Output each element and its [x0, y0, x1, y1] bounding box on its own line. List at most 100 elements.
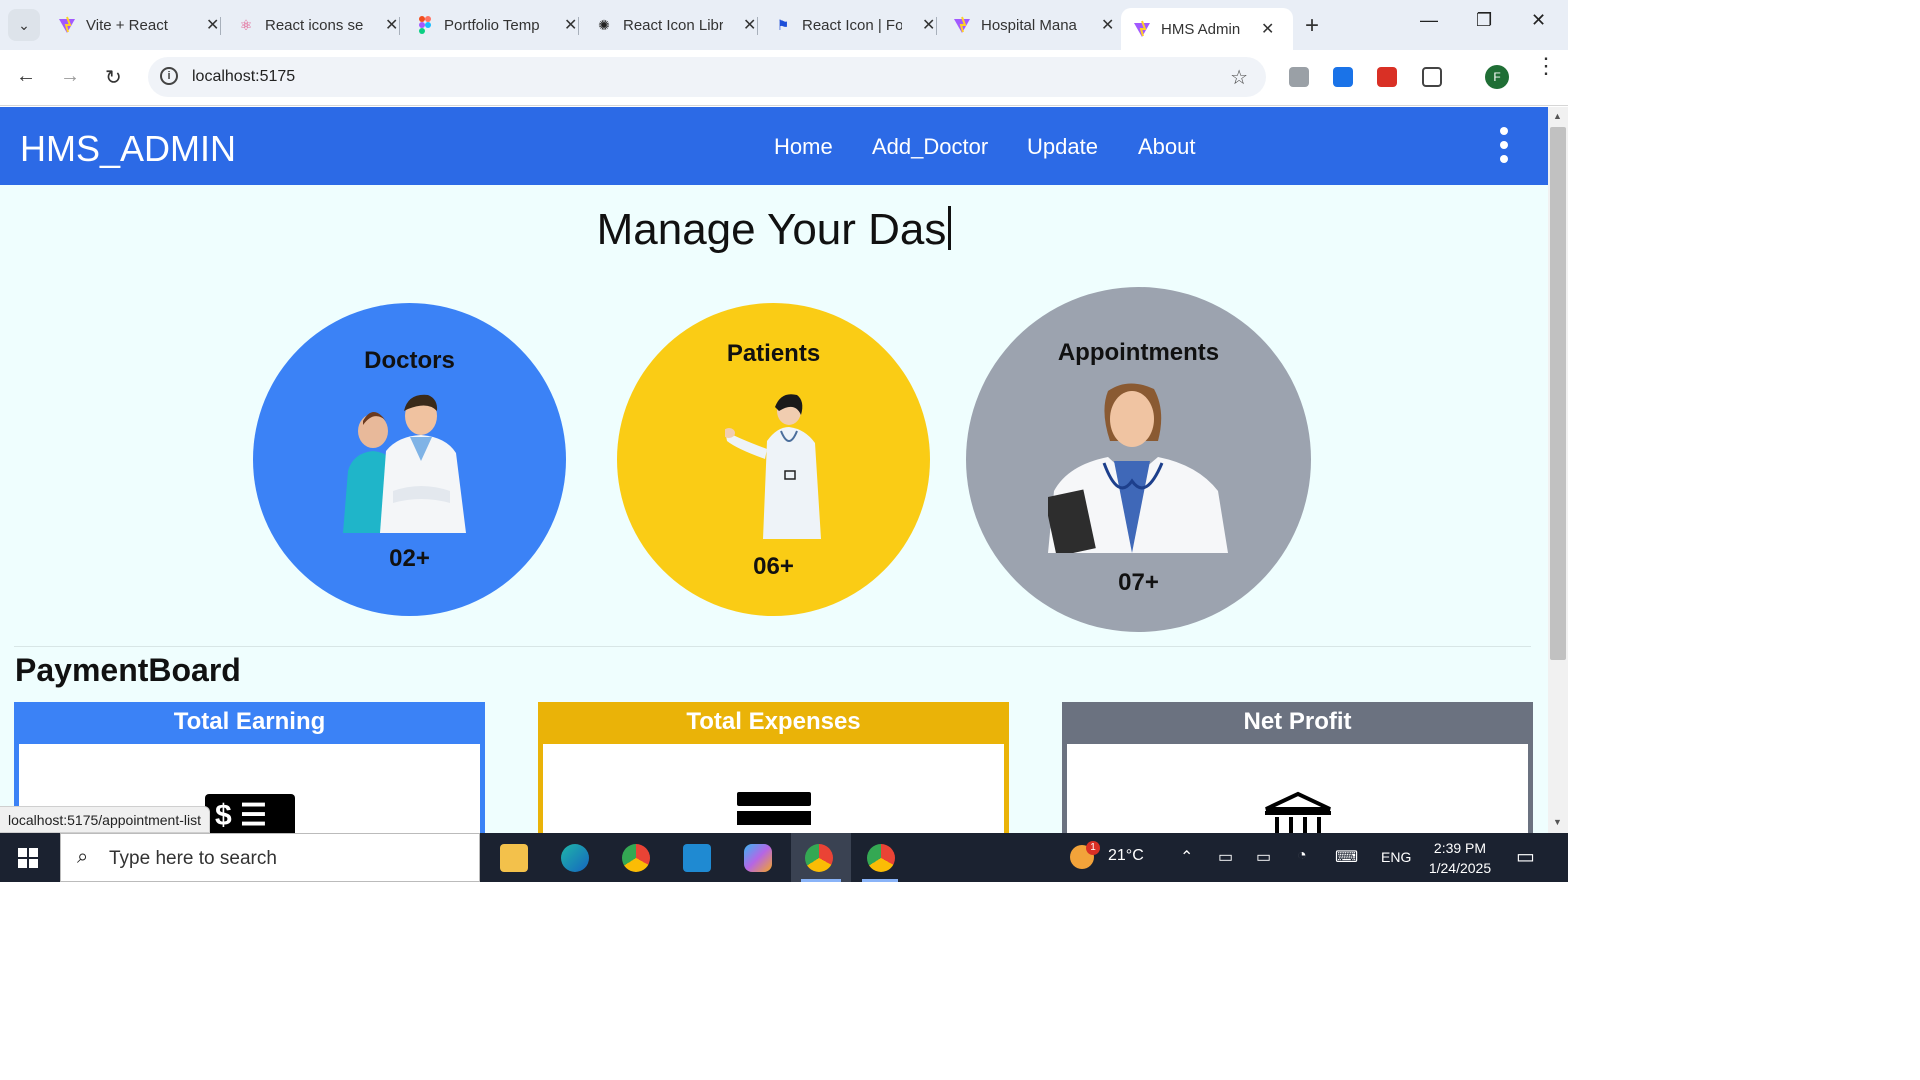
url-text[interactable]: localhost:5175 — [192, 68, 295, 86]
meet-now-icon[interactable]: ▭ — [1218, 847, 1233, 867]
tray-chevron-icon[interactable]: ⌃ — [1180, 847, 1193, 867]
puzzle-icon[interactable] — [1422, 67, 1442, 87]
nav-add-doctor[interactable]: Add_Doctor — [872, 134, 988, 160]
back-arrow-icon[interactable]: ← — [16, 65, 36, 88]
card-net-profit[interactable]: Net Profit — [1062, 702, 1533, 833]
tab-title: Hospital Mana — [981, 16, 1077, 34]
copilot-icon[interactable] — [744, 844, 772, 872]
patient-doctor-image — [725, 394, 821, 539]
active-indicator — [801, 879, 841, 882]
nav-about[interactable]: About — [1138, 134, 1196, 160]
new-tab-plus-icon[interactable]: + — [1305, 12, 1319, 40]
card-body — [1067, 744, 1528, 833]
extension-blue-icon[interactable] — [1333, 67, 1353, 87]
extension-red-icon[interactable] — [1377, 67, 1397, 87]
card-title: Total Earning — [14, 702, 485, 744]
address-bar[interactable]: i localhost:5175 ☆ — [148, 57, 1266, 97]
card-title: Total Expenses — [538, 702, 1009, 744]
notification-icon[interactable]: ▭ — [1516, 844, 1535, 869]
scrollbar-thumb[interactable] — [1550, 127, 1566, 660]
vscode-icon[interactable] — [683, 844, 711, 872]
close-icon[interactable]: ✕ — [385, 15, 398, 35]
battery-icon[interactable]: ▭ — [1256, 847, 1271, 867]
close-icon[interactable]: ✕ — [1261, 19, 1274, 39]
bank-icon — [1265, 791, 1331, 833]
brand-logo[interactable]: HMS_ADMIN — [20, 128, 236, 170]
chrome-profile-icon[interactable] — [805, 844, 833, 872]
profile-avatar[interactable]: F — [1485, 65, 1509, 89]
card-body — [543, 744, 1004, 833]
window-close-icon[interactable]: ✕ — [1531, 10, 1546, 31]
clock-date: 1/24/2025 — [1428, 860, 1492, 876]
browser-tab-strip: ⌄ Vite + React ✕ ⚛ React icons se ✕ Port… — [0, 0, 1568, 50]
edge-icon[interactable] — [561, 844, 589, 872]
close-icon[interactable]: ✕ — [206, 15, 219, 35]
figma-icon — [416, 16, 434, 34]
forward-arrow-icon[interactable]: → — [60, 65, 80, 88]
search-icon: ⌕ — [77, 846, 89, 868]
chrome-profile-2-icon[interactable] — [867, 844, 895, 872]
tab-separator — [936, 17, 938, 35]
page-title: Manage Your Das — [0, 205, 1548, 255]
browser-tab[interactable]: ⚑ React Icon | Fo ✕ — [762, 8, 938, 42]
browser-menu-icon[interactable]: ⋮ — [1535, 55, 1557, 77]
running-indicator — [862, 879, 898, 882]
link-status-bar: localhost:5175/appointment-list — [0, 806, 211, 833]
windows-taskbar: ⌕ Type here to search 1 21°C ⌃ ▭ ▭ ◔ ⌨ E… — [0, 833, 1568, 882]
browser-tab[interactable]: ⚛ React icons se ✕ — [225, 8, 401, 42]
address-toolbar: ← → ↻ i localhost:5175 ☆ — [0, 50, 1568, 106]
tab-title: React Icon | Fo — [802, 16, 902, 34]
stat-count: 07+ — [1118, 569, 1159, 596]
language-indicator[interactable]: ENG — [1381, 849, 1411, 865]
keyboard-icon[interactable]: ⌨ — [1335, 847, 1358, 867]
stat-card-patients[interactable]: Patients 06+ — [617, 303, 930, 616]
close-icon[interactable]: ✕ — [743, 15, 756, 35]
browser-tab[interactable]: Vite + React ✕ — [46, 8, 222, 42]
doctors-image — [343, 394, 466, 533]
page-scrollbar[interactable]: ▲ ▼ — [1548, 107, 1568, 833]
site-info-icon[interactable]: i — [160, 67, 178, 85]
windows-start-icon[interactable] — [18, 848, 38, 868]
bookmark-star-icon[interactable]: ☆ — [1230, 65, 1248, 90]
app-navbar: HMS_ADMIN Home Add_Doctor Update About — [0, 107, 1548, 185]
chrome-icon[interactable] — [622, 844, 650, 872]
scroll-up-icon[interactable]: ▲ — [1553, 111, 1562, 121]
app-menu-icon[interactable] — [1500, 127, 1512, 169]
wifi-icon[interactable]: ◔ — [1297, 847, 1307, 865]
browser-tab[interactable]: Hospital Mana ✕ — [941, 8, 1114, 42]
headline-text: Manage Your Das — [596, 205, 947, 254]
clock-time: 2:39 PM — [1433, 840, 1487, 856]
nav-update[interactable]: Update — [1027, 134, 1098, 160]
react-icon: ⚛ — [239, 16, 253, 33]
tab-title: HMS Admin — [1161, 20, 1241, 38]
scroll-down-icon[interactable]: ▼ — [1553, 817, 1562, 827]
browser-tab[interactable]: Portfolio Temp ✕ — [404, 8, 580, 42]
close-icon[interactable]: ✕ — [922, 15, 935, 35]
taskbar-search[interactable]: ⌕ Type here to search — [60, 833, 480, 882]
tab-search-button[interactable]: ⌄ — [8, 9, 40, 41]
close-icon[interactable]: ✕ — [564, 15, 577, 35]
file-explorer-icon[interactable] — [500, 844, 528, 872]
weather-temp[interactable]: 21°C — [1108, 847, 1144, 865]
tab-separator — [399, 17, 401, 35]
stat-card-doctors[interactable]: Doctors 02+ — [253, 303, 566, 616]
restore-icon[interactable]: ❐ — [1476, 10, 1492, 31]
nav-home[interactable]: Home — [774, 134, 833, 160]
vite-icon — [58, 16, 76, 34]
minimize-icon[interactable]: — — [1420, 10, 1438, 31]
stat-card-appointments[interactable]: Appointments 07+ — [966, 287, 1311, 632]
stat-label: Doctors — [364, 347, 455, 374]
clock[interactable]: 2:39 PM 1/24/2025 — [1420, 838, 1500, 878]
browser-tab[interactable]: ✺ React Icon Libr ✕ — [583, 8, 759, 42]
typing-cursor — [948, 206, 952, 250]
browser-tab-active[interactable]: HMS Admin ✕ — [1121, 8, 1293, 50]
tab-title: Portfolio Temp — [444, 16, 540, 34]
reload-icon[interactable]: ↻ — [105, 65, 122, 90]
stat-label: Appointments — [1057, 339, 1220, 366]
tab-title: React icons se — [265, 16, 364, 34]
card-total-expenses[interactable]: Total Expenses — [538, 702, 1009, 833]
vite-icon — [953, 16, 971, 34]
tab-separator — [578, 17, 580, 35]
close-icon[interactable]: ✕ — [1101, 15, 1114, 35]
camera-icon[interactable] — [1289, 67, 1309, 87]
